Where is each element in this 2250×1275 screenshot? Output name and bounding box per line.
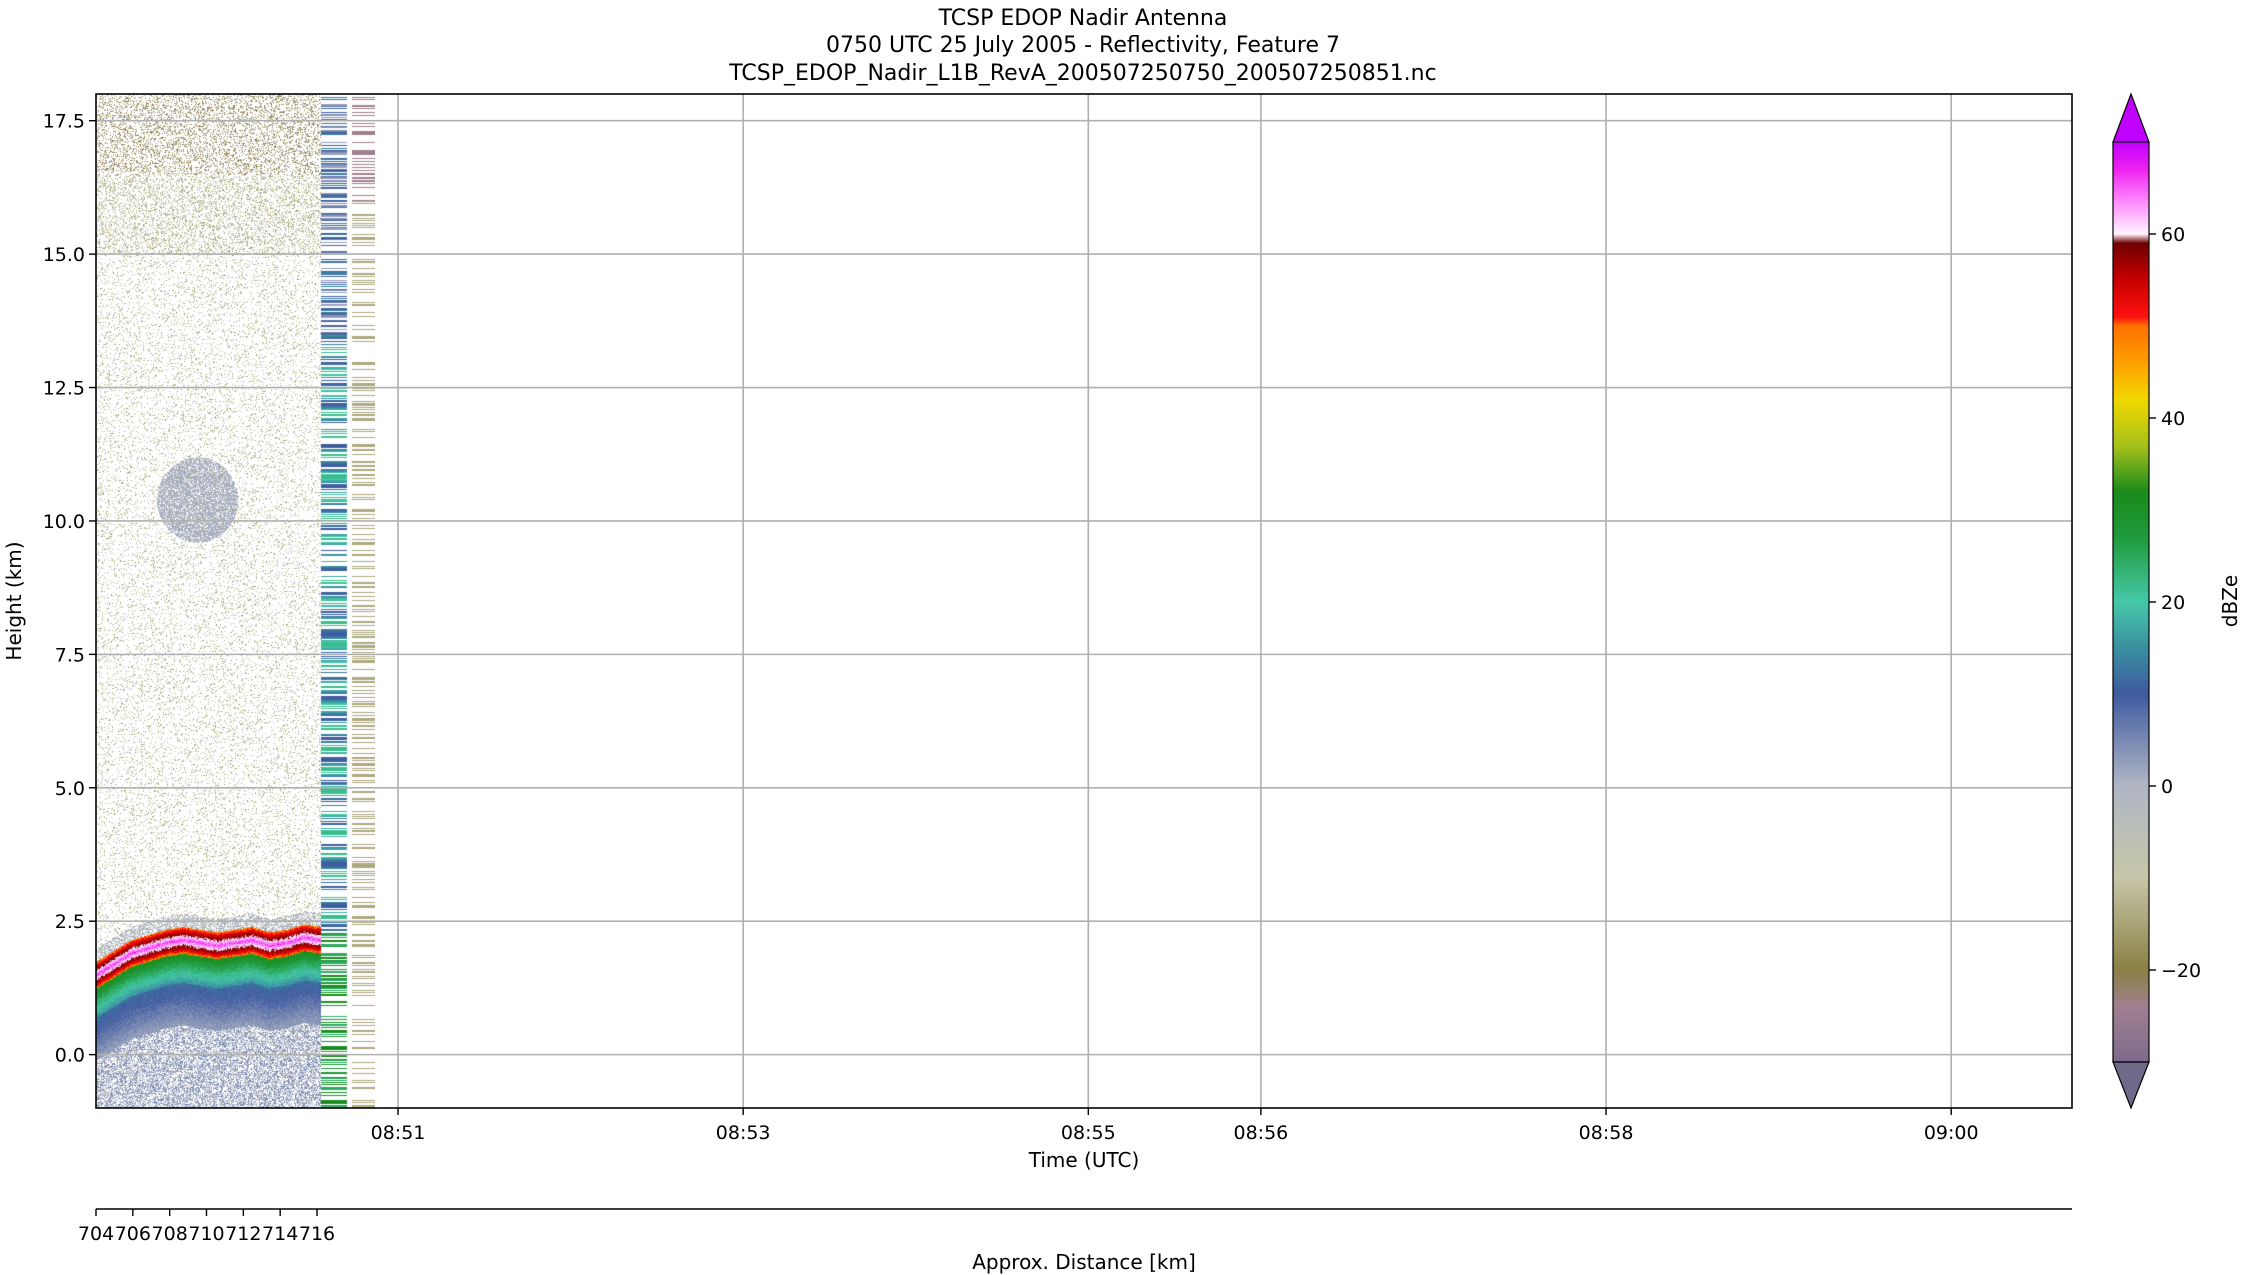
- reflectivity-data: [96, 94, 375, 1108]
- x-tick-label: 09:00: [1924, 1122, 1979, 1144]
- distance-tick-label: 710: [188, 1223, 224, 1245]
- y-tick-label: 7.5: [55, 644, 85, 666]
- y-tick-label: 12.5: [43, 378, 85, 400]
- colorbar-gradient: [2112, 141, 2150, 1063]
- y-tick-label: 17.5: [43, 111, 85, 133]
- colorbar-extend-min: [2112, 1061, 2150, 1110]
- x-axis-label: Time (UTC): [1028, 1148, 1140, 1172]
- y-tick-label: 0.0: [55, 1045, 85, 1067]
- distance-axis: 704 706 708 710 712 714 716 Approx. Distance […: [78, 1208, 2072, 1274]
- y-tick-label: 2.5: [55, 911, 85, 933]
- colorbar-tick-label: 40: [2161, 408, 2185, 430]
- distance-axis-ticks: 704 706 708 710 712 714 716: [78, 1209, 335, 1245]
- distance-tick-label: 716: [299, 1223, 335, 1245]
- colorbar-label: dBZe: [2218, 575, 2242, 627]
- x-tick-label: 08:53: [716, 1122, 771, 1144]
- chart-title-line-2: 0750 UTC 25 July 2005 - Reflectivity, Fe…: [826, 33, 1340, 58]
- colorbar-tick-label: −20: [2161, 960, 2201, 982]
- colorbar-extend-max: [2112, 92, 2150, 143]
- colorbar-tick-label: 60: [2161, 224, 2185, 246]
- distance-tick-label: 714: [262, 1223, 298, 1245]
- colorbar: −20 0 20 40 60 dBZe: [2112, 92, 2242, 1110]
- colorbar-ticks: −20 0 20 40 60: [2149, 224, 2201, 982]
- x-tick-label: 08:58: [1579, 1122, 1634, 1144]
- distance-axis-label: Approx. Distance [km]: [972, 1250, 1196, 1274]
- reflectivity-raster: [96, 94, 375, 1108]
- y-tick-label: 15.0: [43, 244, 85, 266]
- x-tick-label: 08:56: [1234, 1122, 1289, 1144]
- y-axis-ticks: 0.0 2.5 5.0 7.5 10.0 12.5 15.0 17.5: [43, 111, 96, 1067]
- colorbar-tick-label: 20: [2161, 592, 2185, 614]
- distance-tick-label: 706: [115, 1223, 151, 1245]
- y-tick-label: 10.0: [43, 511, 85, 533]
- distance-tick-label: 712: [225, 1223, 261, 1245]
- chart-title-line-1: TCSP EDOP Nadir Antenna: [938, 6, 1228, 31]
- x-axis-ticks: 08:51 08:53 08:55 08:56 08:58 09:00: [371, 1108, 1979, 1144]
- distance-tick-label: 708: [152, 1223, 188, 1245]
- x-tick-label: 08:51: [371, 1122, 426, 1144]
- x-tick-label: 08:55: [1061, 1122, 1116, 1144]
- y-tick-label: 5.0: [55, 778, 85, 800]
- chart-title-line-3: TCSP_EDOP_Nadir_L1B_RevA_200507250750_20…: [728, 61, 1436, 86]
- y-axis-label: Height (km): [2, 541, 26, 660]
- figure-canvas: TCSP EDOP Nadir Antenna 0750 UTC 25 July…: [2, 6, 2242, 1274]
- distance-tick-label: 704: [78, 1223, 114, 1245]
- plot-area: 08:51 08:53 08:55 08:56 08:58 09:00 0.0 2.5 5.0…: [43, 93, 2073, 1144]
- colorbar-tick-label: 0: [2161, 776, 2173, 798]
- plot-background: [96, 94, 2072, 1108]
